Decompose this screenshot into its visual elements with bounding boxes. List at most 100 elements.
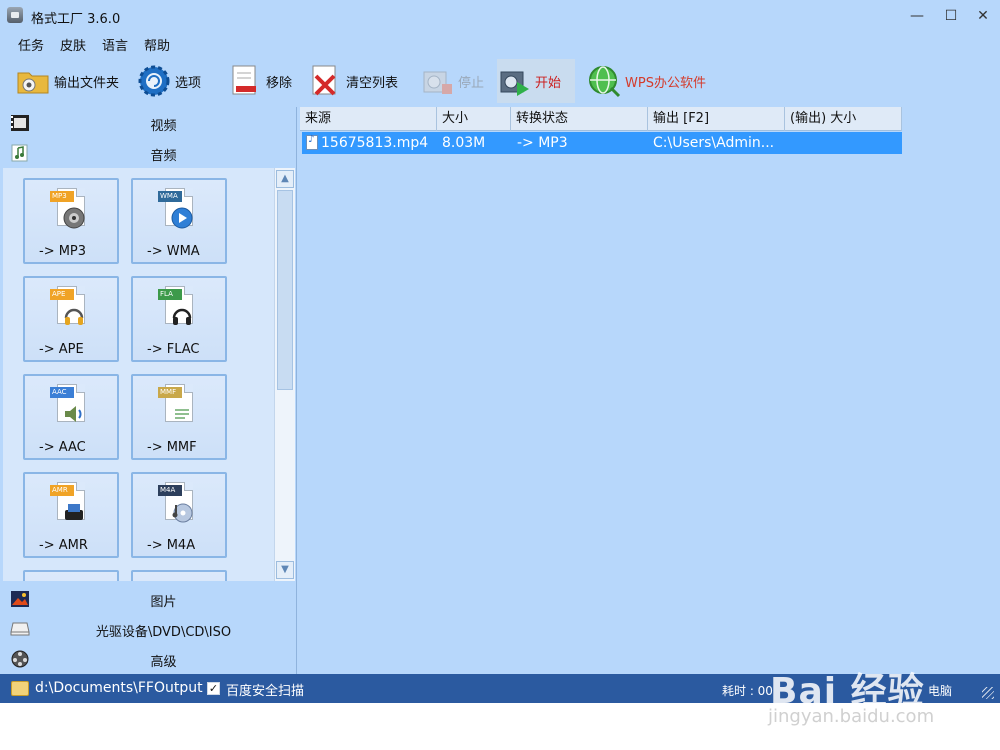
film-icon	[10, 114, 30, 132]
scroll-down-arrow-icon[interactable]: ▼	[276, 561, 294, 579]
app-window: 格式工厂 3.6.0 — ☐ ✕ 任务 皮肤 语言 帮助 输出文件夹 选项 移除	[0, 0, 1000, 703]
remove-label: 移除	[266, 75, 293, 91]
start-button[interactable]: 开始	[497, 59, 575, 103]
stop-label: 停止	[458, 75, 485, 91]
maximize-button[interactable]: ☐	[940, 6, 962, 26]
folder-icon[interactable]	[11, 681, 29, 696]
format-tag: M4A	[158, 485, 182, 496]
format-m4a-button[interactable]: M4A -> M4A	[131, 472, 227, 558]
menu-skin[interactable]: 皮肤	[60, 35, 86, 54]
format-tag: MP3	[50, 191, 74, 202]
output-folder-label: 输出文件夹	[54, 75, 120, 91]
category-video-label: 视频	[150, 119, 177, 134]
remove-button[interactable]: 移除	[228, 59, 292, 103]
table-row[interactable]: 15675813.mp4 8.03M -> MP3 C:\Users\Admin…	[302, 132, 902, 154]
options-button[interactable]: 选项	[137, 59, 201, 103]
play-icon	[170, 206, 194, 230]
row-status: -> MP3	[517, 135, 568, 151]
category-audio-label: 音频	[150, 149, 177, 164]
gear-icon	[137, 64, 171, 98]
column-source[interactable]: 来源	[300, 107, 437, 131]
format-tag: AMR	[50, 485, 74, 496]
category-advanced-label: 高级	[150, 655, 177, 670]
remove-document-icon	[228, 64, 262, 98]
folder-icon	[16, 64, 50, 98]
music-disc-icon	[170, 500, 194, 524]
format-next-button[interactable]	[131, 570, 227, 581]
row-output-size	[790, 132, 900, 154]
close-button[interactable]: ✕	[972, 6, 994, 26]
toolbar: 输出文件夹 选项 移除 清空列表 停止 开始 WPS办公软件	[0, 57, 1000, 105]
column-output[interactable]: 输出 [F2]	[648, 107, 785, 131]
scroll-thumb[interactable]	[277, 190, 293, 390]
format-mmf-button[interactable]: MMF -> MMF	[131, 374, 227, 460]
music-note-icon	[10, 144, 30, 162]
column-size[interactable]: 大小	[437, 107, 511, 131]
wps-button[interactable]: WPS办公软件	[587, 59, 706, 103]
format-flac-button[interactable]: FLA -> FLAC	[131, 276, 227, 362]
format-aac-button[interactable]: AAC -> AAC	[23, 374, 119, 460]
app-icon	[7, 7, 23, 23]
menu-help[interactable]: 帮助	[144, 35, 170, 54]
format-label: -> AAC	[39, 440, 86, 455]
format-label: -> FLAC	[147, 342, 200, 357]
minimize-button[interactable]: —	[906, 6, 928, 26]
format-scrollbar[interactable]: ▲ ▼	[274, 168, 295, 581]
clear-list-button[interactable]: 清空列表	[308, 59, 398, 103]
row-source: 15675813.mp4	[321, 135, 429, 151]
row-output: C:\Users\Admin...	[653, 135, 775, 151]
optical-drive-icon	[10, 620, 30, 638]
picture-icon	[10, 590, 30, 608]
format-label: -> WMA	[147, 244, 200, 259]
category-video[interactable]: 视频	[0, 108, 297, 138]
audio-file-icon	[306, 134, 318, 150]
format-label: -> MMF	[147, 440, 197, 455]
stop-icon	[420, 64, 454, 98]
scan-checkbox[interactable]: ✓	[207, 682, 220, 695]
title-bar: 格式工厂 3.6.0 — ☐ ✕	[0, 0, 1000, 32]
speaker-icon	[62, 206, 86, 230]
menu-task[interactable]: 任务	[18, 35, 44, 54]
format-label: -> M4A	[147, 538, 196, 553]
list-header: 来源 大小 转换状态 输出 [F2] (输出) 大小	[300, 107, 902, 131]
menu-language[interactable]: 语言	[102, 35, 128, 54]
category-audio[interactable]: 音频	[0, 138, 297, 168]
format-ape-button[interactable]: APE -> APE	[23, 276, 119, 362]
film-reel-icon	[10, 650, 30, 668]
format-mp3-button[interactable]: MP3 -> MP3	[23, 178, 119, 264]
column-output-size[interactable]: (输出) 大小	[785, 107, 902, 131]
category-optical[interactable]: 光驱设备\DVD\CD\ISO	[0, 614, 297, 644]
device-icon	[62, 500, 86, 524]
output-path[interactable]: d:\Documents\FFOutput	[35, 680, 203, 696]
format-tag: WMA	[158, 191, 182, 202]
category-advanced[interactable]: 高级	[0, 644, 297, 674]
category-picture-label: 图片	[150, 595, 177, 610]
output-folder-button[interactable]: 输出文件夹	[16, 59, 119, 103]
format-amr-button[interactable]: AMR -> AMR	[23, 472, 119, 558]
headset-icon	[170, 304, 194, 328]
format-tag: FLA	[158, 289, 182, 300]
audio-format-grid: MP3 -> MP3 WMA -> WMA APE -> APE FLA -> …	[3, 168, 274, 581]
format-tag: APE	[50, 289, 74, 300]
wps-label: WPS办公软件	[625, 75, 706, 91]
format-next-button[interactable]	[23, 570, 119, 581]
format-tag: AAC	[50, 387, 74, 398]
row-size: 8.03M	[442, 135, 486, 151]
clear-list-icon	[308, 64, 342, 98]
column-status[interactable]: 转换状态	[511, 107, 648, 131]
clear-list-label: 清空列表	[346, 75, 399, 91]
scan-label: 百度安全扫描	[226, 684, 305, 699]
menu-bar: 任务 皮肤 语言 帮助	[0, 32, 1000, 56]
options-label: 选项	[175, 75, 202, 91]
window-title: 格式工厂 3.6.0	[31, 12, 121, 27]
speaker-waves-icon	[62, 402, 86, 426]
format-wma-button[interactable]: WMA -> WMA	[131, 178, 227, 264]
stop-button[interactable]: 停止	[420, 59, 484, 103]
category-optical-label: 光驱设备\DVD\CD\ISO	[95, 625, 232, 640]
watermark-url: jingyan.baidu.com	[768, 706, 935, 727]
category-picture[interactable]: 图片	[0, 584, 297, 614]
format-label: -> MP3	[39, 244, 87, 259]
baidu-watermark: Bai 经验 jingyan.baidu.com	[750, 640, 1000, 735]
scroll-up-arrow-icon[interactable]: ▲	[276, 170, 294, 188]
wps-globe-icon	[587, 64, 621, 98]
